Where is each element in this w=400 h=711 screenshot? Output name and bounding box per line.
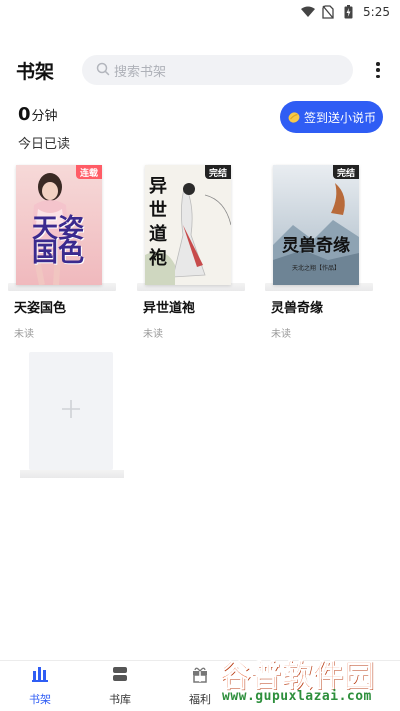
book-item[interactable]: 灵兽奇缘 天北之翔【作品】 完结 灵兽奇缘 未读 bbox=[265, 165, 373, 340]
nav-label: 书库 bbox=[109, 693, 131, 706]
cover-title: 异世道袍 bbox=[149, 176, 167, 269]
header: 书架 搜索书架 bbox=[0, 54, 400, 86]
wifi-icon bbox=[301, 5, 316, 19]
book-item[interactable]: 天姿国色 连载 天姿国色 未读 bbox=[8, 165, 116, 340]
status-time: 5:25 bbox=[363, 5, 390, 19]
done-tag: 完结 bbox=[332, 165, 359, 179]
cover-title: 灵兽奇缘 bbox=[282, 236, 350, 256]
more-vertical-icon[interactable] bbox=[370, 60, 386, 80]
watermark: 谷普软件园 www.gupuxlazai.com bbox=[218, 647, 400, 711]
shelf bbox=[20, 470, 124, 478]
cover-title: 天姿国色 bbox=[32, 214, 85, 268]
cover-subtitle: 天北之翔【作品】 bbox=[291, 265, 340, 272]
read-minutes: 0 bbox=[18, 104, 31, 125]
nav-label: 书架 bbox=[29, 693, 51, 706]
book-title: 灵兽奇缘 bbox=[271, 301, 324, 316]
status-bar: 5:25 bbox=[0, 0, 400, 24]
book-status: 未读 bbox=[14, 329, 34, 340]
book-status: 未读 bbox=[143, 329, 163, 340]
no-sim-icon bbox=[321, 5, 335, 19]
search-input[interactable]: 搜索书架 bbox=[82, 55, 353, 85]
nav-label: 福利 bbox=[189, 693, 211, 706]
add-book-panel[interactable] bbox=[29, 352, 113, 470]
book-status: 未读 bbox=[271, 329, 291, 340]
add-book-button[interactable] bbox=[20, 352, 124, 478]
search-placeholder: 搜索书架 bbox=[114, 64, 167, 80]
serial-tag: 连载 bbox=[75, 165, 102, 179]
coin-icon bbox=[287, 110, 301, 124]
read-label: 今日已读 bbox=[18, 137, 71, 152]
library-icon bbox=[111, 665, 129, 687]
book-cover: 异世道袍 bbox=[145, 165, 231, 285]
read-unit: 分钟 bbox=[31, 109, 58, 124]
reading-stats: 0 分钟 今日已读 bbox=[18, 104, 70, 152]
battery-charging-icon bbox=[341, 5, 355, 19]
signin-button[interactable]: 签到送小说币 bbox=[280, 101, 383, 133]
book-cover: 灵兽奇缘 天北之翔【作品】 bbox=[273, 165, 359, 285]
search-icon bbox=[96, 61, 110, 80]
read-time: 0 分钟 bbox=[18, 104, 70, 125]
plus-icon bbox=[61, 399, 81, 423]
bookshelf-icon bbox=[31, 665, 49, 687]
book-title: 天姿国色 bbox=[14, 301, 67, 316]
nav-library[interactable]: 书库 bbox=[90, 665, 150, 709]
book-cover: 天姿国色 bbox=[16, 165, 102, 285]
gift-icon bbox=[191, 665, 209, 687]
done-tag: 完结 bbox=[204, 165, 231, 179]
watermark-url: www.gupuxlazai.com bbox=[222, 689, 372, 704]
page-title: 书架 bbox=[16, 61, 55, 83]
book-item[interactable]: 异世道袍 完结 异世道袍 未读 bbox=[137, 165, 245, 340]
signin-label: 签到送小说币 bbox=[303, 110, 376, 125]
book-title: 异世道袍 bbox=[143, 301, 196, 316]
nav-bookshelf[interactable]: 书架 bbox=[10, 665, 70, 709]
